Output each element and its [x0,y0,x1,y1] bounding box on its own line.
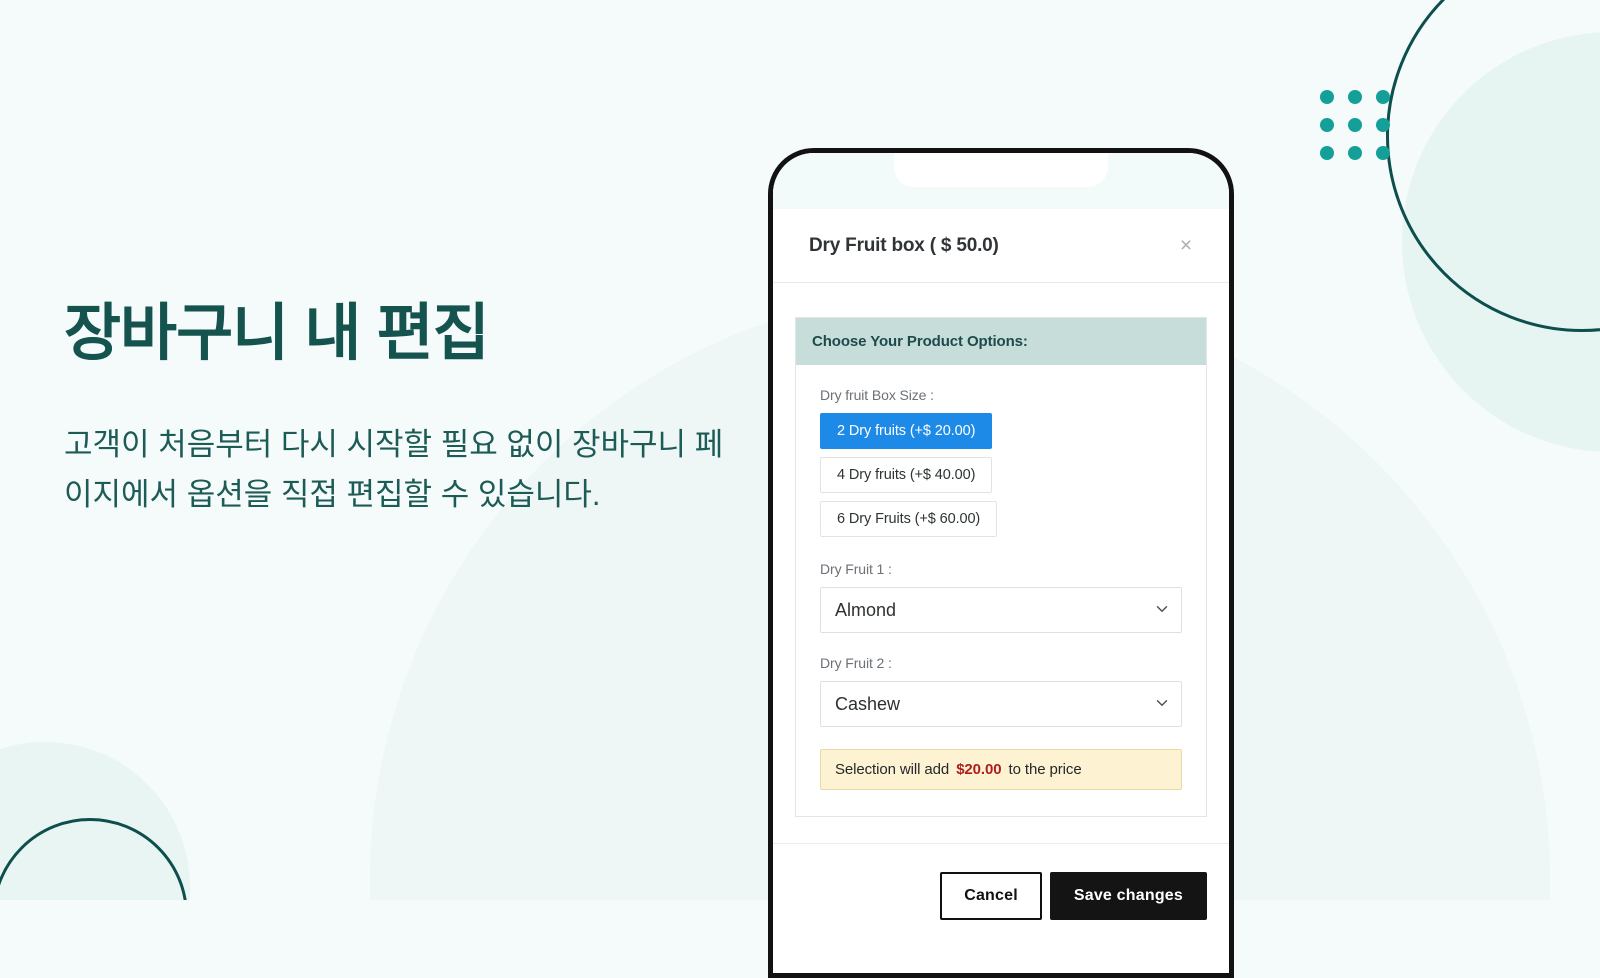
cancel-button[interactable]: Cancel [940,872,1042,920]
dot-grid-dot [1320,118,1334,132]
box-size-option-6[interactable]: 6 Dry Fruits (+$ 60.00) [820,501,998,537]
phone-mockup: Dry Fruit box ( $ 50.0) × Choose Your Pr… [768,148,1234,978]
dry-fruit-2-select-wrap: Cashew [820,681,1182,727]
price-adjustment-note: Selection will add $20.00 to the price [820,749,1182,790]
options-card-content: Dry fruit Box Size : 2 Dry fruits (+$ 20… [796,365,1206,816]
phone-notch [894,153,1108,187]
price-note-suffix: to the price [1008,761,1082,778]
save-changes-button[interactable]: Save changes [1049,872,1207,920]
dry-fruit-1-label: Dry Fruit 1 : [820,561,892,577]
dot-grid-dot [1320,146,1334,160]
dot-grid-dot [1376,118,1390,132]
dot-grid-dot [1348,90,1362,104]
modal-body: Choose Your Product Options: Dry fruit B… [773,283,1229,817]
price-note-prefix: Selection will add [835,761,950,778]
options-card-header: Choose Your Product Options: [796,318,1206,365]
dot-grid-dot [1376,146,1390,160]
marketing-copy: 장바구니 내 편집 고객이 처음부터 다시 시작할 필요 없이 장바구니 페이지… [64,299,754,521]
modal-header: Dry Fruit box ( $ 50.0) × [773,209,1229,283]
modal-footer: Cancel Save changes [773,843,1229,920]
box-size-option-group: 2 Dry fruits (+$ 20.00) 4 Dry fruits (+$… [820,413,1182,537]
page-description: 고객이 처음부터 다시 시작할 필요 없이 장바구니 페이지에서 옵션을 직접 … [64,427,724,513]
dry-fruit-2-label: Dry Fruit 2 : [820,655,892,671]
price-note-amount: $20.00 [956,761,1002,778]
dot-grid-icon [1320,90,1390,160]
dot-grid-dot [1320,90,1334,104]
box-size-option-2[interactable]: 2 Dry fruits (+$ 20.00) [820,413,993,449]
close-icon[interactable]: × [1173,233,1199,259]
dot-grid-dot [1348,146,1362,160]
options-card: Choose Your Product Options: Dry fruit B… [795,317,1207,817]
modal-title: Dry Fruit box ( $ 50.0) [809,234,999,256]
dry-fruit-2-select[interactable]: Cashew [820,681,1182,727]
product-options-modal: Dry Fruit box ( $ 50.0) × Choose Your Pr… [773,209,1229,973]
box-size-label: Dry fruit Box Size : [820,387,934,403]
dot-grid-dot [1376,90,1390,104]
dot-grid-dot [1348,118,1362,132]
dry-fruit-1-select[interactable]: Almond [820,587,1182,633]
dry-fruit-1-select-wrap: Almond [820,587,1182,633]
page-title: 장바구니 내 편집 [64,299,490,368]
box-size-option-4[interactable]: 4 Dry fruits (+$ 40.00) [820,457,993,493]
phone-screen: Dry Fruit box ( $ 50.0) × Choose Your Pr… [773,153,1229,973]
